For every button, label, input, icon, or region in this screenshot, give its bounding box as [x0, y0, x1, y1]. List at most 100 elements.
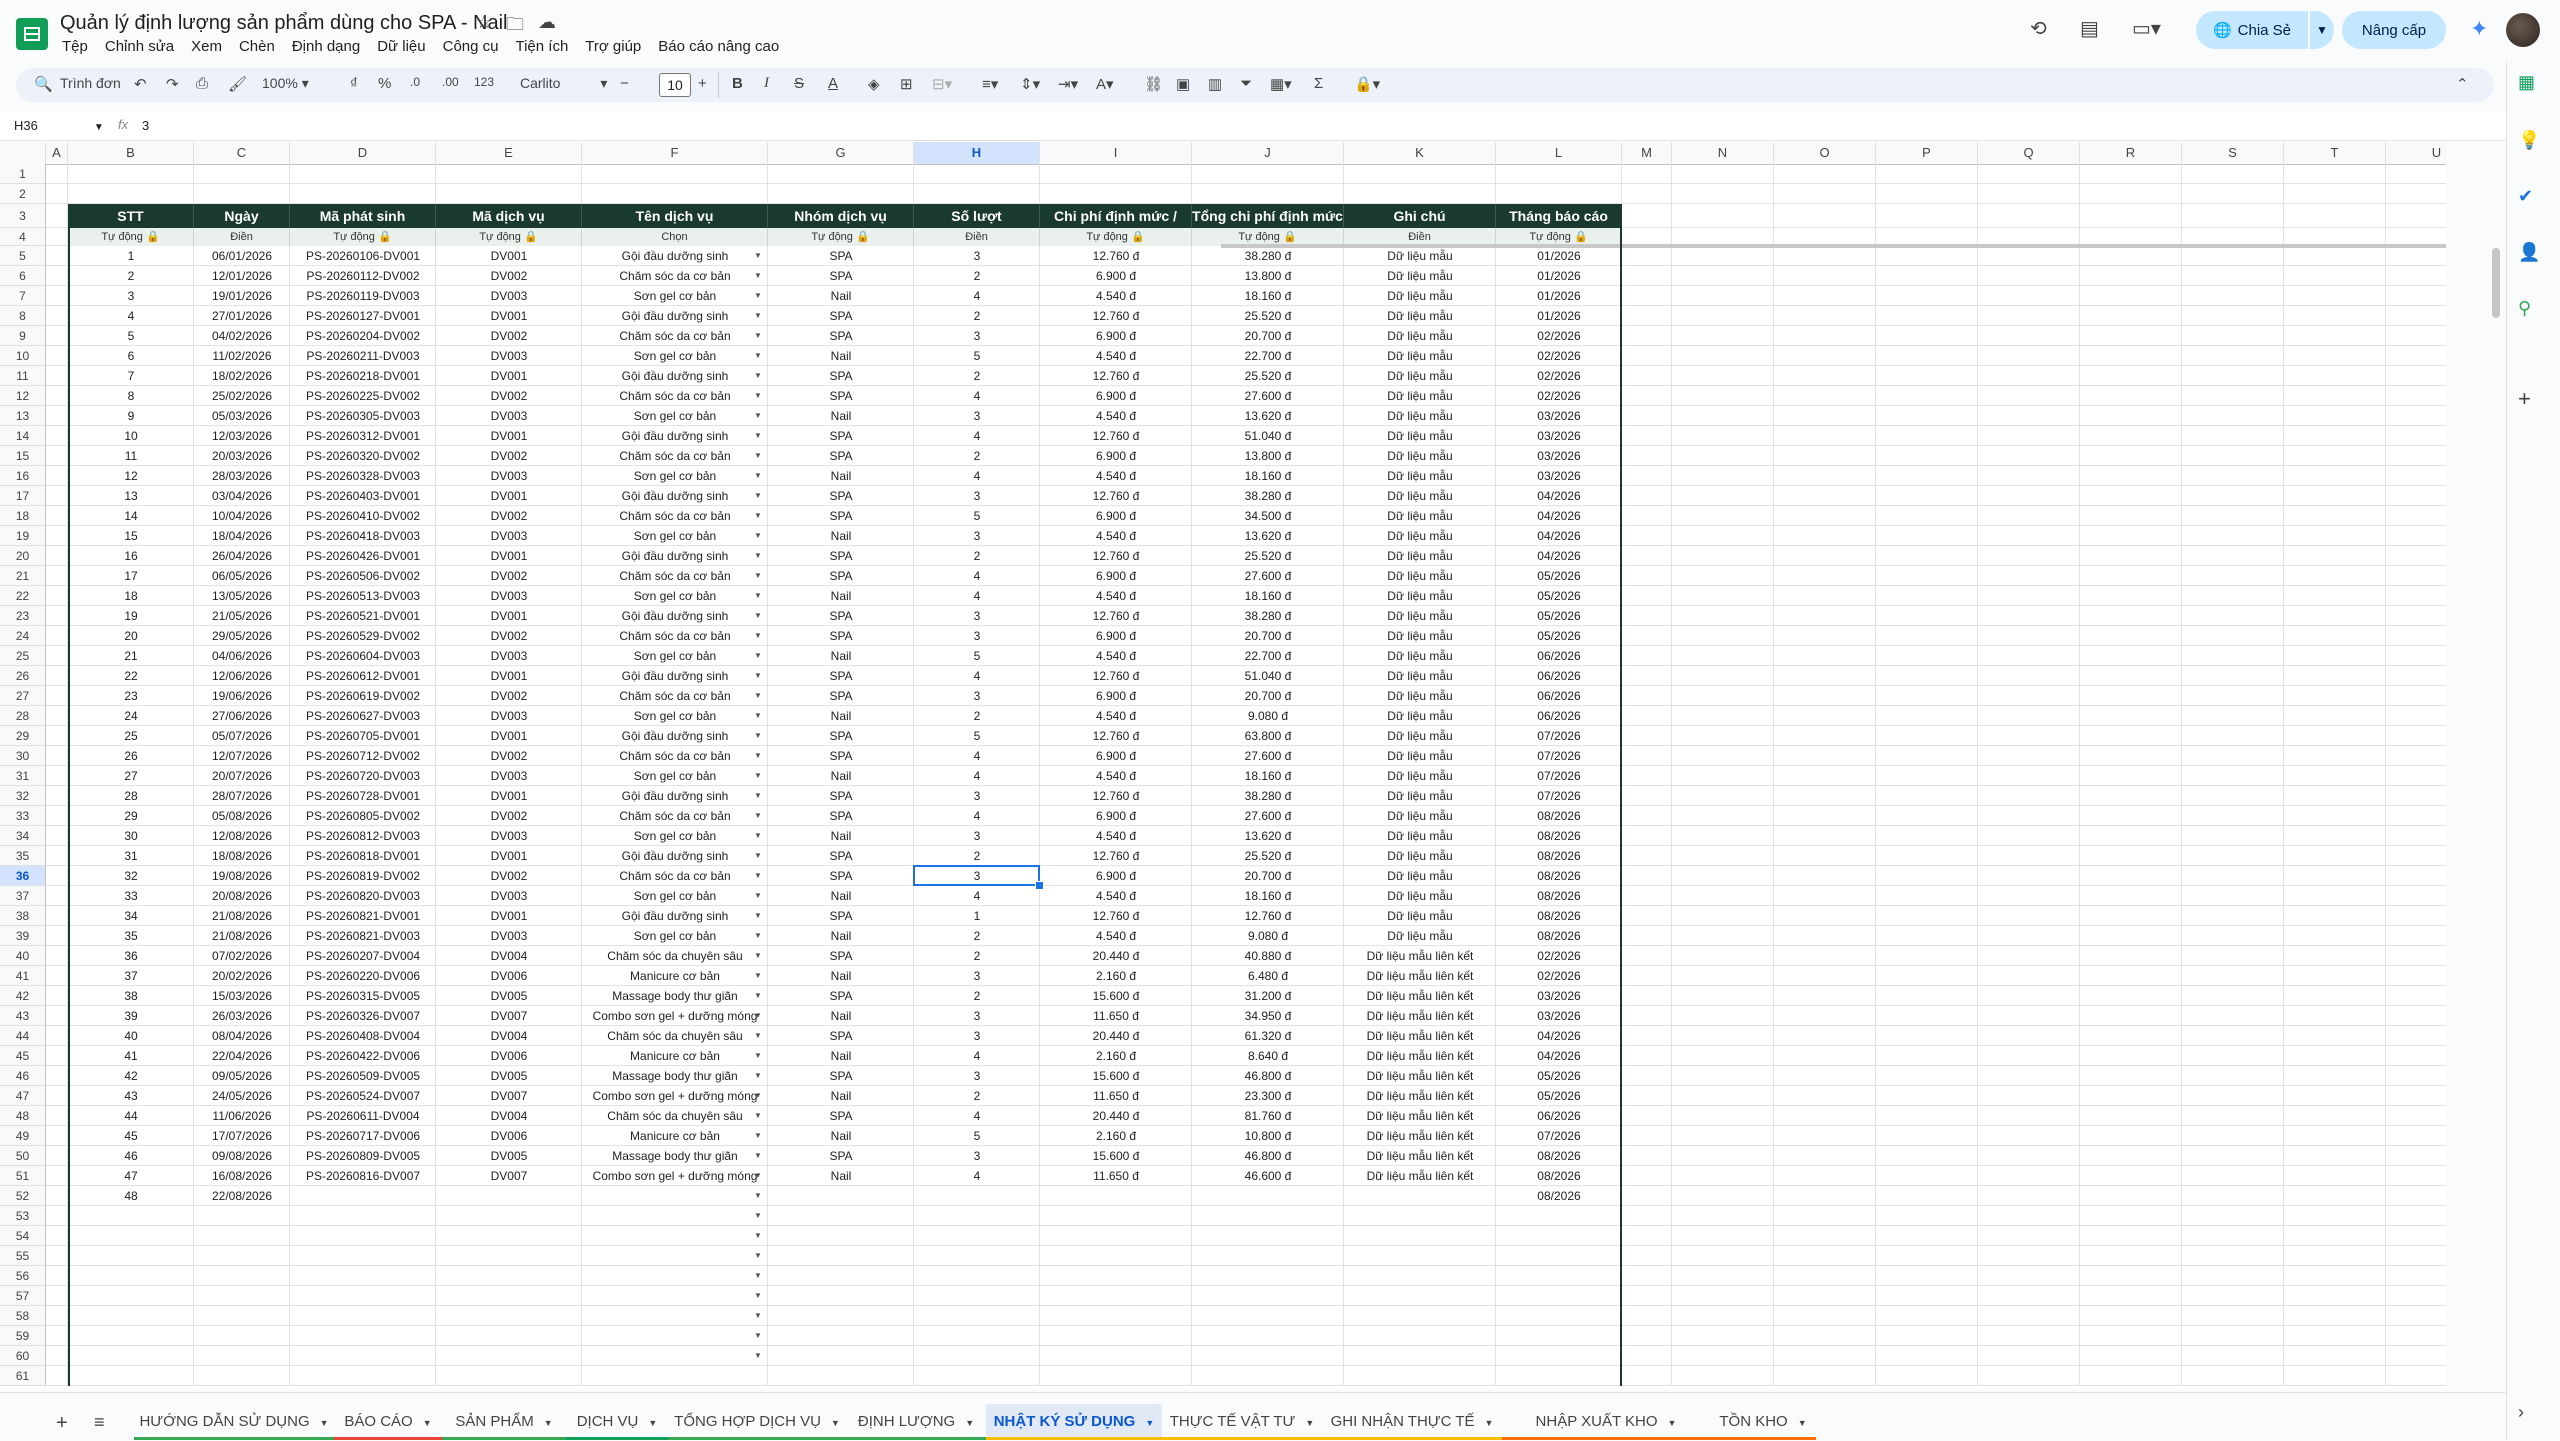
- text-rotate-icon[interactable]: A▾: [1096, 75, 1114, 93]
- row-header[interactable]: 61: [0, 1366, 46, 1386]
- vertical-align-icon[interactable]: ⇕▾: [1020, 75, 1040, 93]
- name-box[interactable]: H36 ▼: [14, 118, 104, 133]
- row-header[interactable]: 10: [0, 346, 46, 366]
- row-header[interactable]: 45: [0, 1046, 46, 1066]
- row-header[interactable]: 54: [0, 1226, 46, 1246]
- sheet-tab[interactable]: GHI NHẬN THỰC TẾ ▼: [1322, 1404, 1502, 1440]
- sheet-tab[interactable]: BÁO CÁO ▼: [334, 1404, 442, 1440]
- row-header[interactable]: 42: [0, 986, 46, 1006]
- menu-item[interactable]: Định dạng: [292, 38, 360, 56]
- row-header[interactable]: 25: [0, 646, 46, 666]
- column-header-b[interactable]: B: [68, 142, 194, 164]
- fill-handle[interactable]: [1035, 881, 1044, 890]
- filter-icon[interactable]: ⏷: [1240, 75, 1252, 92]
- row-header[interactable]: 32: [0, 786, 46, 806]
- row-header[interactable]: 35: [0, 846, 46, 866]
- strikethrough-icon[interactable]: S: [794, 75, 804, 92]
- increase-decimal-button[interactable]: .00: [442, 75, 459, 89]
- column-header-q[interactable]: Q: [1978, 142, 2080, 164]
- row-header[interactable]: 6: [0, 266, 46, 286]
- column-header-o[interactable]: O: [1774, 142, 1876, 164]
- chevron-down-icon[interactable]: ▼: [1305, 1418, 1314, 1428]
- row-header[interactable]: 57: [0, 1286, 46, 1306]
- row-header[interactable]: 4: [0, 228, 46, 246]
- column-header-j[interactable]: J: [1192, 142, 1344, 164]
- contacts-icon[interactable]: 👤: [2518, 242, 2540, 263]
- keep-icon[interactable]: 💡: [2518, 130, 2540, 151]
- chart-icon[interactable]: ▥: [1208, 75, 1222, 93]
- version-history-icon[interactable]: ⟲: [2030, 16, 2047, 41]
- comments-icon[interactable]: ▤: [2080, 16, 2099, 41]
- row-header[interactable]: 5: [0, 246, 46, 266]
- column-header-a[interactable]: A: [46, 142, 68, 164]
- filter-views-icon[interactable]: ▦▾: [1270, 75, 1292, 93]
- row-header[interactable]: 16: [0, 466, 46, 486]
- row-header[interactable]: 29: [0, 726, 46, 746]
- row-header[interactable]: 40: [0, 946, 46, 966]
- column-header-e[interactable]: E: [436, 142, 582, 164]
- font-size-input[interactable]: 10: [659, 73, 691, 97]
- menu-item[interactable]: Báo cáo nâng cao: [658, 38, 779, 56]
- column-header-l[interactable]: L: [1496, 142, 1622, 164]
- menu-item[interactable]: Chèn: [239, 38, 275, 56]
- row-header[interactable]: 44: [0, 1026, 46, 1046]
- row-header[interactable]: 20: [0, 546, 46, 566]
- sheet-tab[interactable]: TỔNG HỢP DỊCH VỤ ▼: [668, 1404, 846, 1440]
- sheet-tab[interactable]: NHẬT KÝ SỬ DỤNG ▼: [986, 1404, 1162, 1440]
- chevron-down-icon[interactable]: ▼: [831, 1418, 840, 1428]
- row-header[interactable]: 33: [0, 806, 46, 826]
- row-header[interactable]: 53: [0, 1206, 46, 1226]
- sheets-logo-icon[interactable]: [16, 18, 48, 50]
- row-header[interactable]: 31: [0, 766, 46, 786]
- column-header-i[interactable]: I: [1040, 142, 1192, 164]
- row-header[interactable]: 24: [0, 626, 46, 646]
- all-sheets-icon[interactable]: ≡: [94, 1412, 105, 1433]
- row-header[interactable]: 59: [0, 1326, 46, 1346]
- row-header[interactable]: 36: [0, 866, 46, 886]
- menu-item[interactable]: Tiện ích: [515, 38, 568, 56]
- row-header[interactable]: 55: [0, 1246, 46, 1266]
- sheets-addon-icon[interactable]: ▦: [2518, 72, 2535, 93]
- chevron-down-icon[interactable]: ▼: [965, 1418, 974, 1428]
- chevron-down-icon[interactable]: ▼: [544, 1418, 553, 1428]
- row-header[interactable]: 38: [0, 906, 46, 926]
- row-header[interactable]: 17: [0, 486, 46, 506]
- row-header[interactable]: 9: [0, 326, 46, 346]
- column-header-f[interactable]: F: [582, 142, 768, 164]
- number-format-button[interactable]: 123: [474, 75, 494, 89]
- row-header[interactable]: 41: [0, 966, 46, 986]
- star-icon[interactable]: ☆: [476, 12, 492, 33]
- row-header[interactable]: 19: [0, 526, 46, 546]
- decrease-font-icon[interactable]: −: [620, 75, 629, 92]
- sheet-tab[interactable]: DỊCH VỤ ▼: [566, 1404, 668, 1440]
- row-header[interactable]: 34: [0, 826, 46, 846]
- print-icon[interactable]: ⎙: [196, 75, 208, 92]
- lock-icon[interactable]: 🔒▾: [1354, 75, 1380, 93]
- chevron-down-icon[interactable]: ▼: [423, 1418, 432, 1428]
- menu-item[interactable]: Tệp: [62, 38, 88, 56]
- menu-item[interactable]: Công cụ: [443, 38, 499, 56]
- row-header[interactable]: 50: [0, 1146, 46, 1166]
- row-header[interactable]: 60: [0, 1346, 46, 1366]
- tasks-icon[interactable]: ✔: [2518, 186, 2533, 207]
- row-header[interactable]: 1: [0, 164, 46, 184]
- upgrade-button[interactable]: Nâng cấp: [2342, 11, 2446, 49]
- percent-format-button[interactable]: %: [378, 75, 391, 92]
- meet-icon[interactable]: ▭▾: [2132, 16, 2161, 41]
- column-header-h[interactable]: H: [914, 142, 1040, 164]
- row-header[interactable]: 28: [0, 706, 46, 726]
- cloud-status-icon[interactable]: ☁: [538, 12, 556, 33]
- chevron-down-icon[interactable]: ▼: [1668, 1418, 1677, 1428]
- add-sheet-icon[interactable]: +: [56, 1412, 68, 1435]
- row-header[interactable]: 21: [0, 566, 46, 586]
- row-header[interactable]: 7: [0, 286, 46, 306]
- column-header-g[interactable]: G: [768, 142, 914, 164]
- row-header[interactable]: 27: [0, 686, 46, 706]
- row-header[interactable]: 26: [0, 666, 46, 686]
- formula-input[interactable]: 3: [142, 118, 149, 133]
- column-header-u[interactable]: U: [2386, 142, 2446, 164]
- column-header-n[interactable]: N: [1672, 142, 1774, 164]
- row-header[interactable]: 14: [0, 426, 46, 446]
- bold-icon[interactable]: B: [732, 75, 743, 92]
- text-color-icon[interactable]: A: [828, 75, 838, 92]
